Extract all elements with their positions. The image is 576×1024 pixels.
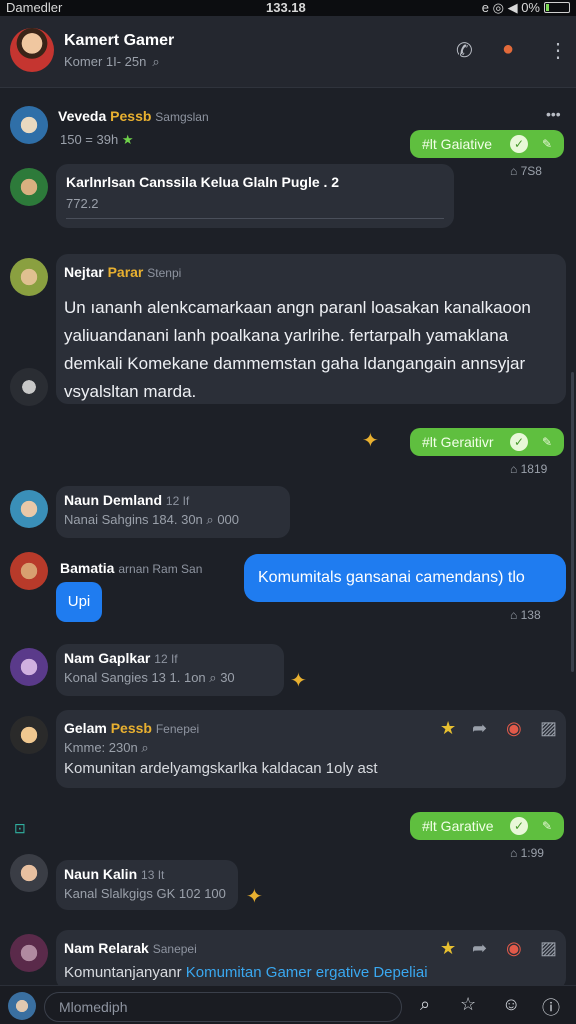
sender-name: Nejtar Parar Stenpi (64, 264, 182, 280)
home-icon: ⌂ (510, 846, 518, 860)
home-icon: ⌂ (510, 462, 518, 476)
chat-screen: Damedler 133.18 e ◎ ◀ 0% Kamert Gamer Ko… (0, 0, 576, 1024)
reaction-icon[interactable]: ✦ (362, 428, 379, 453)
message-meta: Konal Sangies 13 1. 1on ⌕ 30 (64, 670, 235, 685)
share-icon[interactable]: ➦ (472, 718, 487, 739)
sender-name: Gelam Pessb Fenepei (64, 720, 200, 736)
message-feed[interactable]: Veveda Pessb Samgslan 150 = 39h ★ ••• #l… (0, 92, 576, 990)
timestamp: ⌂ 1819 (510, 462, 548, 476)
star-icon[interactable]: ☆ (460, 994, 476, 1015)
composer-bar: Mlomediph ⌕ ☆ ☺ ⓘ (0, 985, 576, 1024)
search-icon: ⌕ (206, 512, 214, 527)
avatar[interactable] (10, 854, 48, 892)
status-icons: e ◎ ◀ 0% (481, 0, 540, 15)
status-pill[interactable]: #lt Garative ✓ ✎ (410, 812, 564, 840)
sender-name: Nam Relarak Sanepei (64, 940, 197, 956)
sender-name[interactable]: Veveda Pessb Samgslan (58, 108, 209, 124)
record-icon[interactable]: ◉ (506, 938, 522, 959)
sender-name: Naun Kalin 13 It (64, 866, 165, 882)
avatar[interactable] (10, 106, 48, 144)
message-text: Karlnrlsan Canssila Kelua Glaln Pugle . … (66, 174, 340, 190)
status-pill[interactable]: #lt Gaiative ✓ ✎ (410, 130, 564, 158)
mention-link[interactable]: Komumitan Gamer ergative Depeliai (186, 964, 428, 981)
message-bubble[interactable]: Nam Relarak Sanepei Komuntanjanyanr Komu… (56, 930, 566, 990)
image-icon[interactable]: ▨ (540, 938, 557, 959)
chat-header: Kamert Gamer Komer 1I- 25n ⌕ ✆ ● ⋮ (0, 16, 576, 88)
info-icon[interactable]: ⓘ (542, 994, 560, 1020)
message-bubble[interactable]: Gelam Pessb Fenepei Kmme: 230n ⌕ Komunit… (56, 710, 566, 788)
timestamp: ⌂ 7S8 (510, 164, 542, 178)
phone-icon[interactable]: ✆ (456, 38, 473, 63)
message-input[interactable]: Mlomediph (44, 992, 402, 1022)
edit-icon: ✎ (541, 137, 553, 151)
message-text: Un ıananh alenkcamarkaan angn paranl loa… (64, 298, 531, 401)
message-meta: Kmme: 230n ⌕ (64, 740, 149, 755)
status-pill[interactable]: #lt Geraitivr ✓ ✎ (410, 428, 564, 456)
message-meta: 150 = 39h ★ (60, 132, 134, 147)
reaction-icon[interactable]: ✦ (290, 668, 307, 693)
sender-name: Nam Gaplkar 12 If (64, 650, 178, 666)
check-icon: ✓ (510, 433, 528, 451)
outgoing-message[interactable]: Komumitals gansanai camendans) tlo (244, 554, 566, 602)
carrier-label: Damedler (6, 0, 63, 15)
avatar[interactable] (10, 168, 48, 206)
image-icon[interactable]: ▨ (540, 718, 557, 739)
search-icon: ⌕ (141, 740, 149, 755)
star-icon[interactable]: ★ (440, 938, 456, 959)
avatar[interactable] (10, 368, 48, 406)
battery-icon (544, 2, 570, 13)
emoji-icon[interactable]: ☺ (502, 994, 520, 1015)
record-icon[interactable]: ◉ (506, 718, 522, 739)
home-icon: ⌂ (510, 608, 518, 622)
message-bubble[interactable]: Naun Kalin 13 It Kanal Slalkgigs GK 102 … (56, 860, 238, 910)
avatar[interactable] (10, 716, 48, 754)
check-icon: ✓ (510, 135, 528, 153)
message-meta: 772.2 (66, 196, 99, 211)
message-bubble[interactable]: Nejtar Parar Stenpi Un ıananh alenkcamar… (56, 254, 566, 404)
search-icon: ⌕ (152, 54, 160, 69)
search-icon[interactable]: ⌕ (420, 994, 430, 1015)
edit-icon: ✎ (541, 819, 553, 833)
search-icon: ⌕ (209, 670, 217, 685)
check-icon: ✓ (510, 817, 528, 835)
message-meta: Nanai Sahgins 184. 30n ⌕ 000 (64, 512, 240, 527)
timestamp: ⌂ 138 (510, 608, 541, 622)
sender-name: Naun Demland 12 If (64, 492, 190, 508)
message-bubble[interactable]: Karlnrlsan Canssila Kelua Glaln Pugle . … (56, 164, 454, 228)
message-bubble[interactable]: Nam Gaplkar 12 If Konal Sangies 13 1. 1o… (56, 644, 284, 696)
scrollbar[interactable] (571, 372, 574, 672)
star-icon[interactable]: ★ (440, 718, 456, 739)
timestamp: ⌂ 1:99 (510, 846, 544, 860)
avatar[interactable] (10, 648, 48, 686)
chat-subtitle: Komer 1I- 25n ⌕ (64, 54, 160, 69)
reaction-icon[interactable]: ✦ (246, 884, 263, 909)
message-bubble[interactable]: Naun Demland 12 If Nanai Sahgins 184. 30… (56, 486, 290, 538)
avatar[interactable] (10, 934, 48, 972)
message-text: Komunitan ardelyamgskarlka kaldacan 1oly… (64, 760, 378, 777)
more-icon[interactable]: ⋮ (548, 38, 568, 63)
notification-icon[interactable]: ● (502, 38, 514, 61)
share-icon[interactable]: ➦ (472, 938, 487, 959)
more-icon[interactable]: ••• (546, 106, 561, 122)
message-text: Komuntanjanyanr Komumitan Gamer ergative… (64, 964, 428, 981)
chat-title[interactable]: Kamert Gamer (64, 32, 174, 50)
divider (66, 218, 444, 219)
avatar[interactable] (10, 490, 48, 528)
clock: 133.18 (266, 0, 306, 15)
link-icon[interactable]: ⊡ (14, 820, 26, 837)
avatar[interactable] (8, 992, 36, 1020)
sender-name[interactable]: Bamatia arnan Ram San (60, 560, 202, 576)
home-icon: ⌂ (510, 164, 518, 178)
message-meta: Kanal Slalkgigs GK 102 100 (64, 886, 226, 901)
avatar[interactable] (10, 552, 48, 590)
edit-icon: ✎ (541, 435, 553, 449)
avatar[interactable] (10, 28, 54, 72)
avatar[interactable] (10, 258, 48, 296)
reply-chip[interactable]: Upi (56, 582, 102, 622)
status-bar: Damedler 133.18 e ◎ ◀ 0% (0, 0, 576, 16)
